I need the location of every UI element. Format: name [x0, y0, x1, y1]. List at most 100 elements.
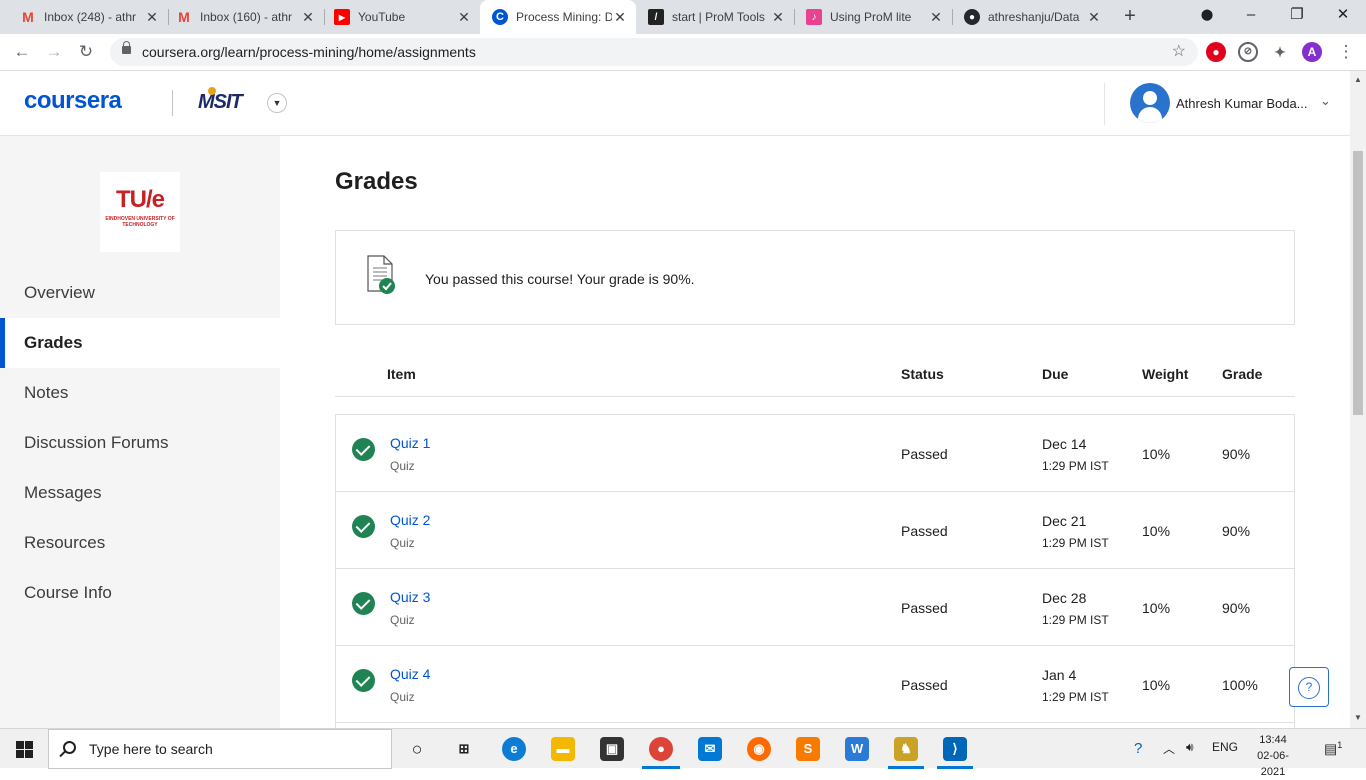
sidebar-item-overview[interactable]: Overview	[0, 268, 280, 318]
item-link[interactable]: Quiz 1	[390, 435, 430, 451]
tab-title: Inbox (248) - athr	[44, 10, 137, 24]
adblock-extension-icon[interactable]: ●	[1206, 42, 1226, 62]
writer-icon[interactable]: W	[845, 737, 869, 761]
taskbar-clock[interactable]: 13:44 02-06-2021	[1248, 732, 1298, 780]
tab-prom-tools[interactable]: / start | ProM Tools ✕	[636, 0, 794, 34]
column-header-grade: Grade	[1222, 366, 1263, 382]
restore-button[interactable]: ❐	[1274, 0, 1320, 32]
task-view-icon[interactable]: ⊞	[452, 737, 476, 761]
page-scrollbar[interactable]: ▲ ▼	[1350, 71, 1366, 728]
help-question-icon: ?	[1298, 677, 1320, 699]
item-due-date: Jan 4	[1042, 667, 1077, 683]
university-logo[interactable]: TU/e EINDHOVEN UNIVERSITY OF TECHNOLOGY	[100, 172, 180, 252]
pass-message: You passed this course! Your grade is 90…	[425, 271, 695, 287]
sidebar-item-resources[interactable]: Resources	[0, 518, 280, 568]
page-title: Grades	[335, 168, 418, 195]
minimize-button[interactable]: –	[1228, 0, 1274, 32]
item-due-date: Dec 14	[1042, 436, 1087, 452]
passed-check-icon	[352, 669, 375, 692]
tab-gmail-2[interactable]: M Inbox (160) - athr ✕	[164, 0, 324, 34]
show-hidden-icons[interactable]: ︿	[1163, 740, 1175, 757]
bookmark-star-icon[interactable]: ☆	[1172, 38, 1186, 66]
help-tray-icon[interactable]: ?	[1134, 740, 1142, 757]
item-due-time: 1:29 PM IST	[1042, 459, 1109, 473]
tab-title: Using ProM lite	[830, 10, 912, 24]
url-field[interactable]: coursera.org/learn/process-mining/home/a…	[110, 38, 1198, 66]
close-icon[interactable]: ✕	[300, 9, 316, 26]
item-grade: 90%	[1222, 523, 1251, 539]
close-icon[interactable]: ✕	[1086, 9, 1102, 26]
tab-youtube[interactable]: ▶ YouTube ✕	[322, 0, 480, 34]
tab-title: YouTube	[358, 10, 406, 24]
language-indicator[interactable]: ENG	[1212, 740, 1238, 754]
tab-prom-lite[interactable]: ♪ Using ProM lite ✕	[794, 0, 952, 34]
help-button[interactable]: ?	[1289, 667, 1329, 707]
tab-gmail-1[interactable]: M Inbox (248) - athr ✕	[8, 0, 168, 34]
sublime-text-icon[interactable]: S	[796, 737, 820, 761]
column-header-status: Status	[901, 366, 944, 382]
prom-app-icon[interactable]: ♞	[894, 737, 918, 761]
tab-title: athreshanju/Data	[988, 10, 1080, 24]
reload-button[interactable]: ↻	[74, 42, 98, 62]
scroll-up-icon[interactable]: ▲	[1354, 75, 1362, 84]
forward-button[interactable]: →	[42, 42, 66, 62]
item-link[interactable]: Quiz 3	[390, 589, 430, 605]
msit-logo[interactable]: MSIT	[198, 87, 243, 114]
item-weight: 10%	[1142, 523, 1171, 539]
sidebar-item-grades[interactable]: Grades	[0, 318, 280, 368]
close-icon[interactable]: ✕	[612, 9, 628, 26]
store-icon[interactable]: ▣	[600, 737, 624, 761]
item-link[interactable]: Quiz 4	[390, 666, 430, 682]
course-sidebar: TU/e EINDHOVEN UNIVERSITY OF TECHNOLOGY …	[0, 136, 280, 728]
coursera-logo[interactable]: coursera	[24, 87, 122, 115]
close-window-button[interactable]: ✕	[1320, 0, 1366, 32]
column-header-due: Due	[1042, 366, 1069, 382]
edge-icon[interactable]: e	[502, 737, 526, 761]
notification-icon[interactable]: ▤1	[1324, 740, 1342, 758]
close-icon[interactable]: ✕	[770, 9, 786, 26]
volume-icon[interactable]: 🔊︎	[1186, 740, 1194, 755]
sidebar-item-discussion-forums[interactable]: Discussion Forums	[0, 418, 280, 468]
tab-process-mining[interactable]: C Process Mining: D ✕	[480, 0, 636, 34]
item-weight: 10%	[1142, 677, 1171, 693]
scroll-down-icon[interactable]: ▼	[1354, 713, 1362, 722]
mail-icon[interactable]: ✉	[698, 737, 722, 761]
close-icon[interactable]: ✕	[456, 9, 472, 26]
tab-github[interactable]: ● athreshanju/Data ✕	[952, 0, 1110, 34]
new-tab-button[interactable]: +	[1118, 5, 1142, 29]
grades-table: Quiz 1 Quiz Passed Dec 14 1:29 PM IST 10…	[335, 414, 1295, 734]
sidebar-item-messages[interactable]: Messages	[0, 468, 280, 518]
extensions-puzzle-icon[interactable]: ✦	[1270, 42, 1290, 62]
item-grade: 90%	[1222, 446, 1251, 462]
chrome-icon[interactable]: ●	[649, 737, 673, 761]
profile-avatar[interactable]: A	[1302, 42, 1322, 62]
back-button[interactable]: ←	[10, 42, 34, 62]
close-icon[interactable]: ✕	[928, 9, 944, 26]
tab-search-icon[interactable]: ⬤	[1184, 0, 1230, 32]
item-type: Quiz	[390, 690, 415, 704]
windows-start-icon[interactable]	[16, 741, 33, 758]
scrollbar-thumb[interactable]	[1353, 151, 1363, 415]
item-due-date: Dec 28	[1042, 590, 1087, 606]
item-link[interactable]: Quiz 2	[390, 512, 430, 528]
chevron-down-icon[interactable]: ▼	[267, 93, 287, 113]
item-type: Quiz	[390, 459, 415, 473]
sidebar-item-course-info[interactable]: Course Info	[0, 568, 280, 618]
cortana-icon[interactable]: ○	[405, 737, 429, 761]
close-icon[interactable]: ✕	[144, 9, 160, 26]
user-menu-chevron-icon[interactable]: ⌄	[1320, 93, 1331, 109]
user-name[interactable]: Athresh Kumar Boda...	[1176, 96, 1308, 111]
sidebar-item-notes[interactable]: Notes	[0, 368, 280, 418]
item-due-time: 1:29 PM IST	[1042, 690, 1109, 704]
block-extension-icon[interactable]: ⊘	[1238, 42, 1258, 62]
file-explorer-icon[interactable]: ▬	[551, 737, 575, 761]
firefox-icon[interactable]: ◉	[747, 737, 771, 761]
document-check-icon	[367, 255, 395, 294]
item-due-time: 1:29 PM IST	[1042, 536, 1109, 550]
passed-check-icon	[352, 515, 375, 538]
browser-menu-icon[interactable]: ⋮	[1334, 42, 1358, 62]
prom-icon: /	[648, 9, 664, 25]
taskbar-search-box[interactable]: Type here to search	[48, 729, 392, 769]
vscode-icon[interactable]: ⟩	[943, 737, 967, 761]
user-avatar[interactable]	[1130, 83, 1170, 123]
